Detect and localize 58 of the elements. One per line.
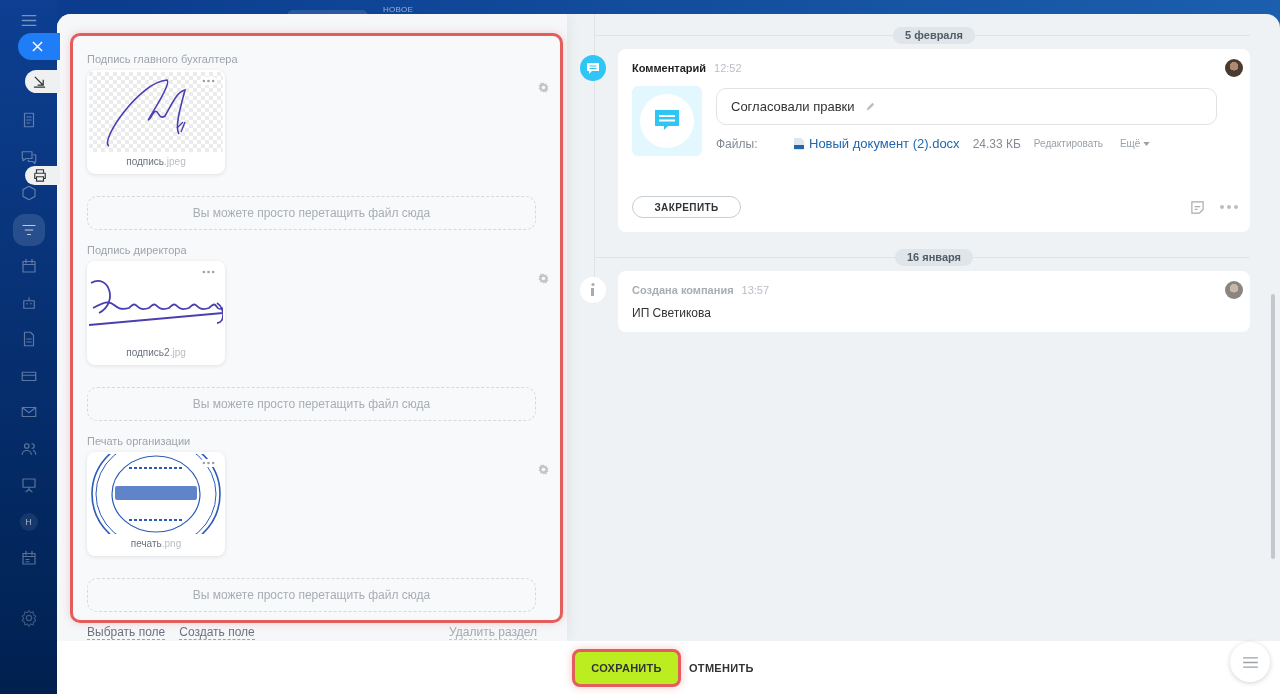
avatar-icon: [1225, 281, 1243, 299]
close-button[interactable]: [18, 33, 60, 60]
cancel-button[interactable]: ОТМЕНИТЬ: [689, 661, 754, 674]
entry-time: 12:52: [714, 62, 742, 74]
settings-icon[interactable]: [538, 464, 549, 475]
menu-icon[interactable]: [1242, 656, 1258, 668]
comment-icon: [580, 55, 606, 81]
avatar-icon: [1225, 59, 1243, 77]
edit-link[interactable]: Редактировать: [1033, 138, 1103, 149]
calendar-icon[interactable]: [19, 257, 38, 276]
more-icon[interactable]: [200, 268, 217, 276]
arrow-icon[interactable]: [33, 75, 46, 88]
more-icon[interactable]: [200, 77, 217, 85]
date-label: 16 января: [894, 249, 974, 266]
field-label: Подпись директора: [87, 243, 188, 257]
menu-button[interactable]: [1230, 642, 1270, 682]
file-link[interactable]: Новый документ (2).docx: [809, 136, 960, 151]
files-label: Файлы:: [716, 136, 759, 151]
new-label: НОВОЕ: [383, 5, 414, 14]
scrollbar[interactable]: [1271, 294, 1275, 559]
field-label: Подпись главного бухгалтера: [87, 52, 239, 66]
edit-icon[interactable]: [864, 101, 875, 112]
entry-time: 13:57: [741, 284, 770, 296]
minimize-button[interactable]: [25, 70, 60, 93]
settings-icon[interactable]: [538, 82, 549, 93]
comment-text[interactable]: Согласовали правки: [716, 88, 1217, 125]
entry-text: ИП Светикова: [632, 306, 712, 320]
file-size: 24.33 КБ: [972, 136, 1021, 151]
file-name: печать.png: [129, 538, 183, 549]
more-dropdown[interactable]: Ещё: [1119, 138, 1151, 149]
document-icon: [793, 136, 805, 151]
pin-button[interactable]: ЗАКРЕПИТЬ: [632, 196, 741, 218]
more-icon[interactable]: [200, 459, 217, 467]
printer-icon[interactable]: [33, 168, 47, 182]
date-label: 5 февраля: [893, 27, 975, 44]
note-icon[interactable]: [1190, 199, 1205, 215]
tab-pill[interactable]: [287, 10, 368, 18]
comment-thumbnail-icon: [632, 86, 702, 156]
more-icon[interactable]: [1220, 205, 1238, 209]
calendar-list-icon[interactable]: [19, 549, 38, 568]
file-card[interactable]: подпись.jpeg: [87, 70, 225, 174]
file-card[interactable]: подпись2.jpg: [87, 261, 225, 365]
entry-title: Комментарий: [632, 62, 707, 74]
caret-icon[interactable]: [1143, 141, 1151, 146]
avatar-badge[interactable]: H: [19, 512, 38, 531]
info-icon: [580, 277, 606, 303]
settings-icon[interactable]: [19, 608, 38, 627]
save-button[interactable]: СОХРАНИТЬ: [572, 648, 681, 687]
file-name: подпись2.jpg: [125, 347, 187, 358]
settings-icon[interactable]: [538, 273, 549, 284]
presentation-icon[interactable]: [19, 476, 38, 495]
link[interactable]: Создать поле: [179, 625, 255, 640]
field-label: Печать организации: [87, 434, 192, 448]
file-card[interactable]: печать.png: [87, 452, 225, 556]
close-icon[interactable]: [32, 41, 43, 52]
file-name: подпись.jpeg: [125, 156, 187, 167]
entry-title: Создана компания: [632, 284, 734, 296]
link[interactable]: Выбрать поле: [87, 625, 166, 640]
